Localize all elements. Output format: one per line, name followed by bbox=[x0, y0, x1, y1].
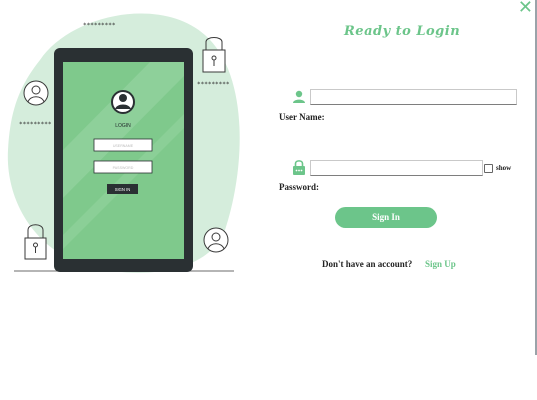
show-password-checkbox[interactable] bbox=[484, 164, 493, 173]
screen-login-title: LOGIN bbox=[115, 123, 131, 129]
close-button[interactable]: ✕ bbox=[518, 0, 533, 18]
tablet-device bbox=[54, 48, 193, 272]
screen-username-placeholder: USERNAME bbox=[113, 144, 134, 148]
stars-top: ********* bbox=[83, 22, 116, 29]
screen-avatar-icon bbox=[111, 90, 135, 114]
user-icon bbox=[293, 90, 305, 103]
sign-in-button[interactable]: Sign In bbox=[335, 207, 437, 228]
screen-password-placeholder: PASSWORD bbox=[113, 166, 134, 170]
screen-signin-label: SIGN IN bbox=[115, 187, 131, 192]
password-input[interactable] bbox=[310, 160, 483, 176]
stars-right: ********* bbox=[197, 81, 230, 88]
stars-left: ********* bbox=[19, 121, 52, 128]
page-title: Ready to Login bbox=[344, 24, 461, 39]
padlock-icon bbox=[202, 37, 226, 73]
sign-up-link[interactable]: Sign Up bbox=[425, 259, 456, 269]
user-circle-icon bbox=[203, 227, 229, 253]
close-icon: ✕ bbox=[517, 0, 533, 18]
password-label: Password: bbox=[279, 182, 319, 192]
login-illustration: LOGIN USERNAME PASSWORD SIGN IN ********… bbox=[7, 13, 240, 273]
username-input[interactable] bbox=[310, 89, 517, 105]
username-label: User Name: bbox=[279, 112, 325, 122]
show-password-label: show bbox=[496, 164, 512, 172]
user-circle-icon bbox=[23, 80, 49, 106]
lock-icon bbox=[293, 160, 305, 175]
no-account-text: Don't have an account? bbox=[322, 259, 413, 269]
